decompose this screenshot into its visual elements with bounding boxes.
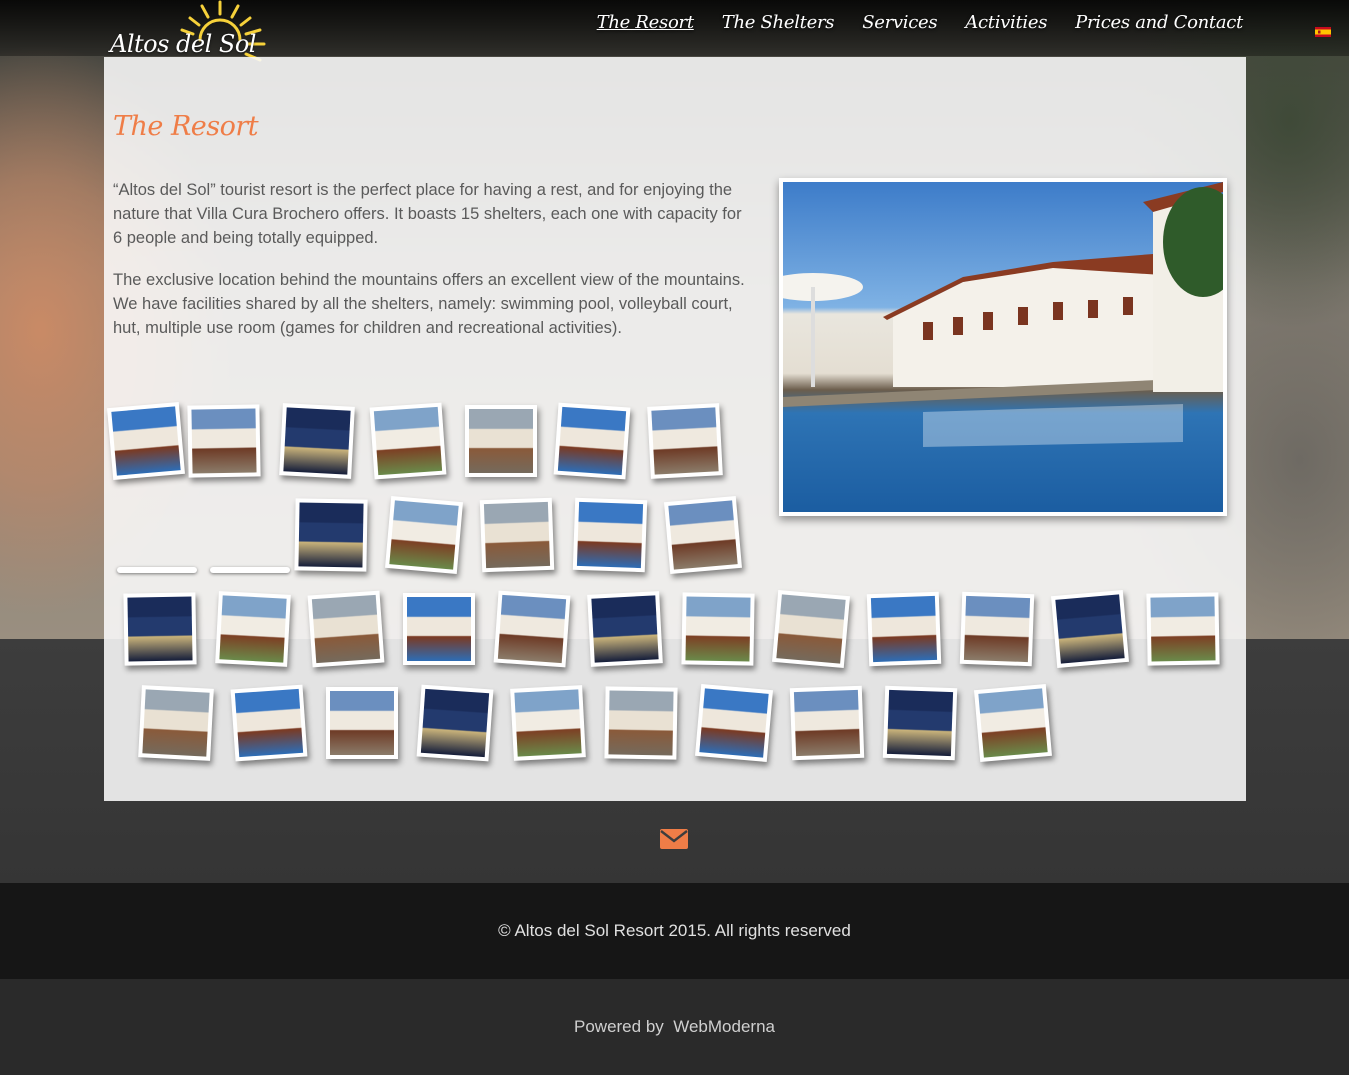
thumbnail-image bbox=[699, 688, 769, 758]
envelope-icon[interactable] bbox=[660, 829, 688, 849]
gallery-thumbnail[interactable] bbox=[294, 498, 368, 572]
thumbnail-image bbox=[330, 691, 394, 755]
gallery-thumbnail[interactable] bbox=[959, 591, 1035, 667]
gallery-thumbnail[interactable] bbox=[866, 591, 942, 667]
gallery-thumbnail[interactable] bbox=[215, 591, 291, 667]
gallery-thumbnail[interactable] bbox=[279, 403, 355, 479]
thumbnail-image bbox=[1055, 594, 1125, 664]
main-nav: The Resort The Shelters Services Activit… bbox=[597, 12, 1244, 33]
logo-text: Altos del Sol bbox=[110, 30, 256, 58]
site-logo[interactable]: Altos del Sol bbox=[108, 0, 288, 64]
gallery-thumbnail[interactable] bbox=[973, 683, 1053, 763]
thumbnail-image bbox=[963, 595, 1031, 663]
gallery-thumbnail[interactable] bbox=[138, 685, 214, 761]
gallery-thumbnail[interactable] bbox=[493, 590, 571, 668]
gallery-thumbnail[interactable] bbox=[604, 686, 678, 760]
gallery-thumbnail-edge[interactable] bbox=[210, 567, 290, 573]
nav-item-the-shelters[interactable]: The Shelters bbox=[722, 12, 835, 33]
thumbnail-image bbox=[978, 688, 1048, 758]
thumbnail-image bbox=[311, 594, 381, 664]
content-panel: The Resort “Altos del Sol” tourist resor… bbox=[104, 57, 1246, 801]
gallery-thumbnail[interactable] bbox=[681, 592, 755, 666]
gallery-thumbnail[interactable] bbox=[771, 589, 851, 669]
nav-item-services[interactable]: Services bbox=[862, 12, 937, 33]
thumbnail-image bbox=[497, 594, 567, 664]
thumbnail-image bbox=[469, 409, 533, 473]
paragraph-facilities: We have facilities shared by all the she… bbox=[113, 295, 733, 337]
resort-description: “Altos del Sol” tourist resort is the pe… bbox=[113, 178, 753, 358]
nav-item-prices-and-contact[interactable]: Prices and Contact bbox=[1075, 12, 1243, 33]
thumbnail-image bbox=[1150, 596, 1216, 662]
thumbnail-image bbox=[514, 689, 582, 757]
thumbnail-image bbox=[283, 407, 351, 475]
thumbnail-image bbox=[870, 595, 938, 663]
thumbnail-image bbox=[591, 595, 659, 663]
thumbnail-image bbox=[685, 596, 751, 662]
nav-item-the-resort[interactable]: The Resort bbox=[597, 12, 694, 33]
gallery-thumbnail[interactable] bbox=[106, 401, 186, 481]
thumbnail-image bbox=[557, 406, 627, 476]
webmoderna-link[interactable]: WebModerna bbox=[673, 1017, 775, 1036]
thumbnail-image bbox=[886, 689, 954, 757]
gallery-thumbnail[interactable] bbox=[326, 687, 398, 759]
thumbnail-image bbox=[191, 408, 257, 474]
gallery-thumbnail[interactable] bbox=[572, 497, 648, 573]
gallery-thumbnail[interactable] bbox=[587, 591, 663, 667]
gallery-thumbnail[interactable] bbox=[403, 593, 475, 665]
gallery-thumbnail[interactable] bbox=[187, 404, 261, 478]
thumbnail-image bbox=[127, 596, 193, 662]
nav-item-activities[interactable]: Activities bbox=[965, 12, 1047, 33]
copyright-text: © Altos del Sol Resort 2015. All rights … bbox=[498, 921, 851, 940]
thumbnail-image bbox=[298, 502, 364, 568]
gallery-thumbnail[interactable] bbox=[416, 684, 494, 762]
gallery-thumbnail[interactable] bbox=[369, 402, 447, 480]
paragraph-intro: “Altos del Sol” tourist resort is the pe… bbox=[113, 181, 742, 247]
gallery-thumbnail[interactable] bbox=[1050, 589, 1130, 669]
thumbnail-image bbox=[793, 689, 861, 757]
gallery-thumbnail[interactable] bbox=[882, 685, 958, 761]
thumbnail-image bbox=[373, 406, 443, 476]
thumbnail-image bbox=[776, 594, 846, 664]
gallery-thumbnail-edge[interactable] bbox=[117, 567, 197, 573]
thumbnail-image bbox=[407, 597, 471, 661]
gallery-thumbnail[interactable] bbox=[384, 495, 464, 575]
paragraph-location: The exclusive location behind the mounta… bbox=[113, 271, 745, 289]
powered-by-prefix: Powered by bbox=[574, 1017, 664, 1036]
gallery-thumbnail[interactable] bbox=[1146, 592, 1220, 666]
gallery-thumbnail[interactable] bbox=[479, 497, 555, 573]
gallery-thumbnail[interactable] bbox=[694, 683, 774, 763]
thumbnail-image bbox=[483, 501, 551, 569]
pool-photo bbox=[783, 182, 1223, 512]
gallery-thumbnail[interactable] bbox=[123, 592, 197, 666]
thumbnail-image bbox=[420, 688, 490, 758]
thumbnail-image bbox=[576, 501, 644, 569]
powered-by: Powered by WebModerna bbox=[0, 1017, 1349, 1037]
gallery-thumbnail[interactable] bbox=[553, 402, 631, 480]
thumbnail-image bbox=[234, 688, 304, 758]
gallery-thumbnail[interactable] bbox=[663, 495, 743, 575]
gallery-thumbnail[interactable] bbox=[789, 685, 865, 761]
gallery-thumbnail[interactable] bbox=[307, 590, 385, 668]
spanish-flag-icon[interactable] bbox=[1315, 27, 1331, 37]
gallery-thumbnail[interactable] bbox=[230, 684, 308, 762]
gallery-thumbnail[interactable] bbox=[465, 405, 537, 477]
gallery-thumbnail[interactable] bbox=[647, 403, 723, 479]
thumbnail-image bbox=[651, 407, 719, 475]
thumbnail-image bbox=[608, 690, 674, 756]
main-photo[interactable] bbox=[779, 178, 1227, 516]
thumbnail-image bbox=[219, 595, 287, 663]
thumbnail-image bbox=[142, 689, 210, 757]
thumbnail-image bbox=[111, 406, 181, 476]
gallery-thumbnail[interactable] bbox=[510, 685, 586, 761]
thumbnail-image bbox=[668, 500, 738, 570]
page-title: The Resort bbox=[113, 111, 259, 142]
thumbnail-image bbox=[389, 500, 459, 570]
